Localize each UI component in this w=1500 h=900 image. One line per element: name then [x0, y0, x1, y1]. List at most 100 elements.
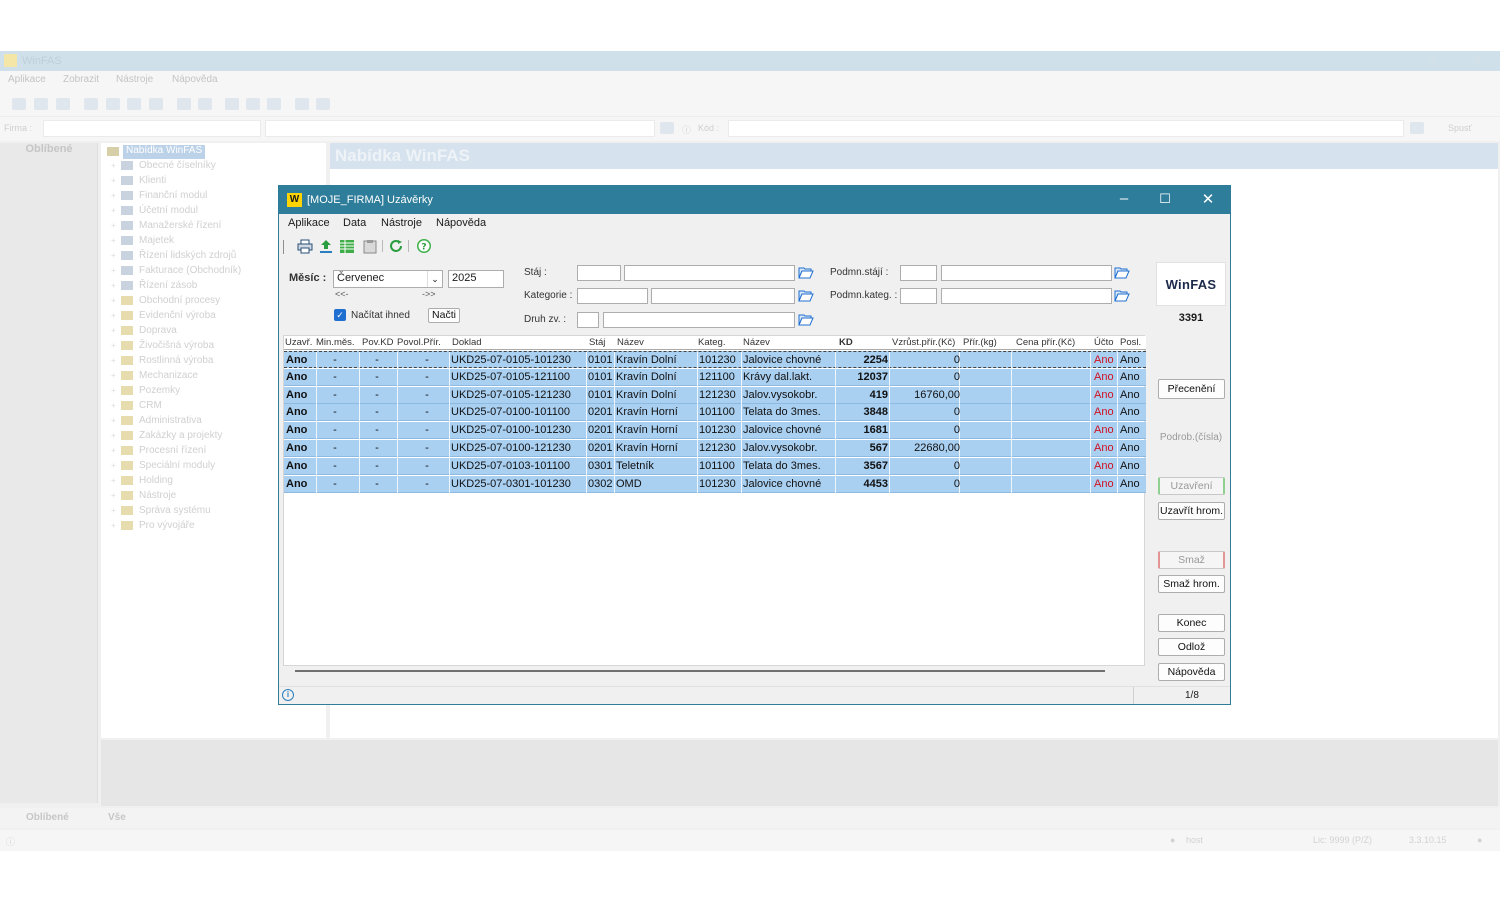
table-row[interactable]: Ano - - - UKD25-07-0100-101230 0201 Kravín Hor… [284, 422, 1146, 440]
back-icon[interactable] [84, 98, 98, 110]
menu-aplikace[interactable]: Aplikace [8, 74, 46, 85]
mesic-select[interactable]: Červenec ⌄ [333, 270, 443, 288]
napoveda-button[interactable]: Nápověda [1158, 663, 1225, 681]
staj-name-input[interactable] [624, 265, 795, 281]
uzavrit-hrom-button[interactable]: Uzavřít hrom. [1158, 502, 1225, 520]
clipboard-icon[interactable] [361, 238, 378, 254]
expand-icon[interactable]: + [111, 311, 119, 320]
firm-input[interactable] [43, 120, 261, 137]
col-kat-nazev-header[interactable]: Název [743, 337, 770, 348]
podmn-staji-code-input[interactable] [900, 265, 937, 281]
chevron-down-icon[interactable]: ⌄ [427, 271, 442, 287]
tree-item[interactable]: + Řízení zásob [111, 280, 197, 291]
nacti-button[interactable]: Načti [428, 308, 460, 323]
expand-icon[interactable]: + [111, 521, 119, 530]
rok-input[interactable]: 2025 [448, 270, 504, 288]
nacitat-checkbox[interactable]: ✓ [334, 309, 346, 321]
staj-code-input[interactable] [577, 265, 621, 281]
toolbar-icon[interactable] [198, 98, 212, 110]
prev-month-button[interactable]: <<- [335, 289, 349, 299]
col-staj-nazev-header[interactable]: Název [617, 337, 644, 348]
podmn-staji-name-input[interactable] [941, 265, 1112, 281]
table-row[interactable]: Ano - - - UKD25-07-0301-101230 0302 OMD 101230 J… [284, 475, 1146, 493]
restore-icon[interactable]: ⧉ [1428, 54, 1437, 69]
table-row[interactable]: Ano - - - UKD25-07-0105-121100 0101 Kravín Dol… [284, 368, 1146, 386]
tree-item[interactable]: + Živočišná výroba [111, 340, 214, 351]
tree-item[interactable]: + Klienti [111, 175, 166, 186]
folder-icon[interactable] [660, 122, 674, 134]
folder-open-icon[interactable] [798, 313, 814, 326]
expand-icon[interactable]: + [111, 491, 119, 500]
tree-item[interactable]: + Evidenční výroba [111, 310, 216, 321]
tree-item[interactable]: + Finanční modul [111, 190, 207, 201]
toolbar-icon[interactable] [246, 98, 260, 110]
tab-oblibene[interactable]: Oblíbené [26, 812, 69, 823]
tree-item[interactable]: + Holding [111, 475, 173, 486]
expand-icon[interactable]: + [111, 431, 119, 440]
menu-zobrazit[interactable]: Zobrazit [63, 74, 99, 85]
expand-icon[interactable]: + [111, 251, 119, 260]
expand-icon[interactable]: + [111, 356, 119, 365]
folder-open-icon[interactable] [1114, 266, 1130, 279]
druh-name-input[interactable] [603, 312, 795, 328]
expand-icon[interactable]: + [111, 446, 119, 455]
col-kateg-header[interactable]: Kateg. [698, 337, 725, 348]
expand-icon[interactable]: + [111, 236, 119, 245]
expand-icon[interactable]: + [111, 296, 119, 305]
tree-item[interactable]: + Administrativa [111, 415, 202, 426]
tree-item[interactable]: + Doprava [111, 325, 177, 336]
tree-item[interactable]: + Manažerské řízení [111, 220, 221, 231]
col-vzrust-header[interactable]: Vzrůst.přír.(Kč) [892, 337, 955, 348]
smaz-hrom-button[interactable]: Smaž hrom. [1158, 575, 1225, 593]
col-ucto-header[interactable]: Účto [1094, 337, 1114, 348]
export-icon[interactable] [317, 238, 334, 254]
tree-item[interactable]: + CRM [111, 400, 162, 411]
toolbar-icon[interactable] [12, 98, 26, 110]
menu-napoveda[interactable]: Nápověda [172, 74, 218, 85]
help-icon[interactable]: ? [415, 238, 432, 254]
col-povol-prir-header[interactable]: Povol.Přír. [397, 337, 441, 348]
menu-napoveda[interactable]: Nápověda [436, 217, 486, 229]
table-row[interactable]: Ano - - - UKD25-07-0105-121230 0101 Kravín Dol… [284, 386, 1146, 404]
expand-icon[interactable]: + [111, 416, 119, 425]
konec-button[interactable]: Konec [1158, 614, 1225, 632]
close-icon[interactable]: ✕ [1472, 54, 1482, 68]
kategorie-code-input[interactable] [577, 288, 648, 304]
tree-item[interactable]: + Obecné číselníky [111, 160, 216, 171]
table-row[interactable]: Ano - - - UKD25-07-0100-121230 0201 Kravín Hor… [284, 440, 1146, 457]
toolbar-icon[interactable] [34, 98, 48, 110]
toolbar-icon[interactable] [295, 98, 309, 110]
druh-code-input[interactable] [577, 312, 599, 328]
uzavreni-button[interactable]: Uzavření [1158, 477, 1225, 495]
kod-input[interactable] [728, 120, 1404, 137]
col-prir-header[interactable]: Přír.(kg) [963, 337, 997, 348]
col-staj-header[interactable]: Stáj [589, 337, 605, 348]
expand-icon[interactable]: + [111, 326, 119, 335]
table-row[interactable]: Ano - - - UKD25-07-0103-101100 0301 Teletník 10… [284, 457, 1146, 475]
tree-item[interactable]: + Majetek [111, 235, 174, 246]
toolbar-icon[interactable] [149, 98, 163, 110]
podmn-kateg-name-input[interactable] [941, 288, 1112, 304]
menu-aplikace[interactable]: Aplikace [288, 217, 330, 229]
table-row[interactable]: Ano - - - UKD25-07-0105-101230 0101 Kravín Dol… [284, 351, 1146, 369]
horizontal-scrollbar[interactable] [295, 670, 1105, 672]
tree-item[interactable]: + Procesní řízení [111, 445, 206, 456]
table-row[interactable]: Ano - - - UKD25-07-0100-101100 0201 Kravín Hor… [284, 404, 1146, 422]
gear-icon[interactable] [267, 98, 281, 110]
menu-data[interactable]: Data [343, 217, 366, 229]
refresh-icon[interactable] [387, 238, 404, 254]
tree-item[interactable]: + Rostlinná výroba [111, 355, 213, 366]
folder-icon[interactable] [1410, 122, 1424, 134]
tree-item[interactable]: + Řízení lidských zdrojů [111, 250, 236, 261]
table-icon[interactable] [338, 238, 355, 254]
tree-item[interactable]: + Mechanizace [111, 370, 198, 381]
spust-button[interactable]: Spusť [1448, 123, 1472, 133]
tree-item[interactable]: + Účetní modul [111, 205, 198, 216]
col-doklad-header[interactable]: Doklad [452, 337, 482, 348]
kategorie-name-input[interactable] [651, 288, 795, 304]
toolbar-icon[interactable] [177, 98, 191, 110]
tree-root[interactable]: Nabídka WinFAS [123, 145, 206, 159]
minimize-icon[interactable]: – [1386, 54, 1393, 68]
help-icon[interactable] [316, 98, 330, 110]
expand-icon[interactable]: + [111, 341, 119, 350]
